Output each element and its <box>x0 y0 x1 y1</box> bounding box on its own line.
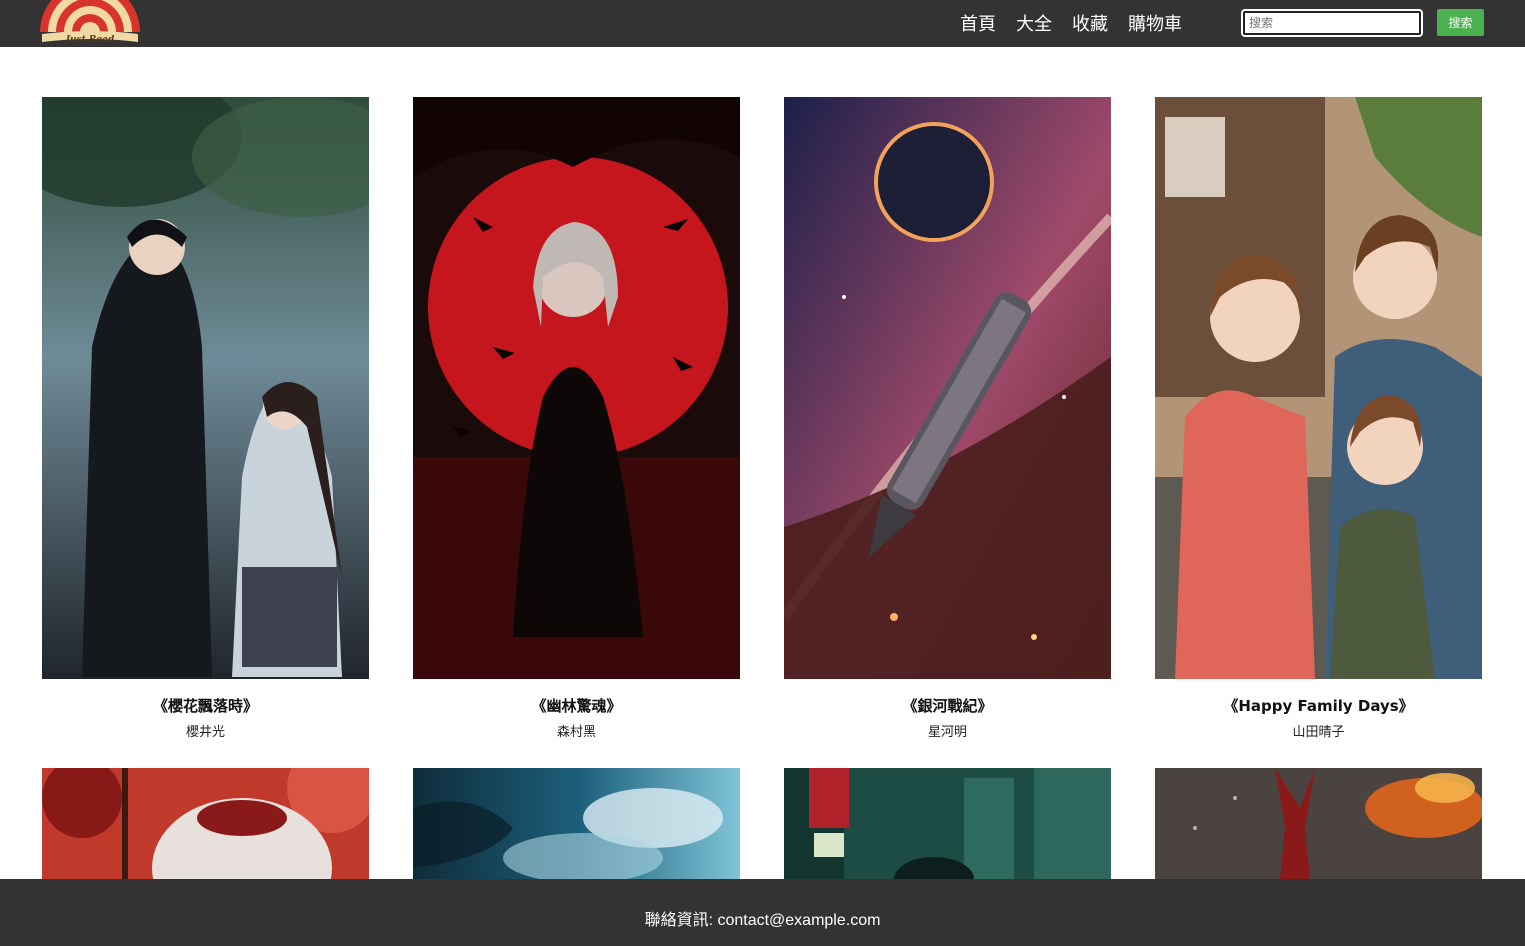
book-author: 森村黑 <box>556 725 596 740</box>
spaceship-illustration <box>784 97 1111 679</box>
nav-favorites[interactable]: 收藏 <box>1072 10 1108 36</box>
book-author: 櫻井光 <box>185 725 225 740</box>
nav-all[interactable]: 大全 <box>1016 10 1052 36</box>
top-header: Just Read 首頁 大全 收藏 購物車 搜索 <box>0 0 1525 47</box>
just-read-logo[interactable]: Just Read <box>38 0 142 47</box>
book-card[interactable]: 《幽林驚魂》 森村黑 <box>413 97 740 742</box>
nav-cart[interactable]: 購物車 <box>1128 10 1182 36</box>
search-input[interactable] <box>1241 9 1423 37</box>
stormy-sky-illustration <box>413 768 740 879</box>
book-cover[interactable] <box>413 768 740 879</box>
book-card[interactable]: 《Happy Family Days》 山田晴子 <box>1155 97 1482 742</box>
book-title[interactable]: 《銀河戰紀》 <box>784 695 1111 716</box>
book-card[interactable]: 《櫻花飄落時》 櫻井光 <box>42 97 369 742</box>
book-author: 星河明 <box>927 725 967 740</box>
book-card[interactable] <box>1155 768 1482 879</box>
book-card[interactable] <box>784 768 1111 879</box>
book-author: 山田晴子 <box>1292 725 1345 740</box>
nav-home[interactable]: 首頁 <box>960 10 996 36</box>
search-button[interactable]: 搜索 <box>1437 9 1484 36</box>
demon-fire-illustration <box>1155 768 1482 879</box>
contact-info: 聯絡資訊: contact@example.com <box>644 912 881 929</box>
logo-text: Just Read <box>64 35 115 45</box>
couple-in-rain-illustration <box>42 97 369 679</box>
book-cover[interactable] <box>413 97 740 679</box>
family-illustration <box>1155 97 1482 679</box>
book-cover[interactable] <box>784 97 1111 679</box>
book-title[interactable]: 《櫻花飄落時》 <box>42 695 369 716</box>
book-card[interactable]: 《銀河戰紀》 星河明 <box>784 97 1111 742</box>
girl-with-crows-illustration <box>413 97 740 679</box>
book-card[interactable] <box>413 768 740 879</box>
neon-city-illustration <box>784 768 1111 879</box>
book-cover[interactable] <box>784 768 1111 879</box>
book-title[interactable]: 《幽林驚魂》 <box>413 695 740 716</box>
site-footer: 聯絡資訊: contact@example.com <box>0 879 1525 946</box>
book-card[interactable] <box>42 768 369 879</box>
book-cover[interactable] <box>1155 768 1482 879</box>
book-title[interactable]: 《Happy Family Days》 <box>1155 695 1482 716</box>
white-haired-warrior-illustration <box>42 768 369 879</box>
book-cover[interactable] <box>42 97 369 679</box>
book-cover[interactable] <box>42 768 369 879</box>
book-cover[interactable] <box>1155 97 1482 679</box>
